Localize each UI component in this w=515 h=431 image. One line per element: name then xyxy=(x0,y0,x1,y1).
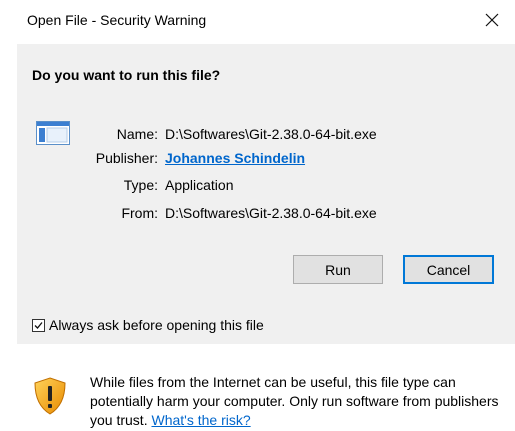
publisher-link[interactable]: Johannes Schindelin xyxy=(165,148,305,168)
from-value: D:\Softwares\Git-2.38.0-64-bit.exe xyxy=(165,205,377,221)
title-bar: Open File - Security Warning xyxy=(0,0,515,44)
whats-the-risk-link[interactable]: What's the risk? xyxy=(151,412,250,428)
security-warning-dialog: Open File - Security Warning Do you want… xyxy=(0,0,515,431)
warning-shield-icon xyxy=(32,376,68,416)
close-icon xyxy=(485,13,499,27)
from-row: From: D:\Softwares\Git-2.38.0-64-bit.exe xyxy=(17,203,515,223)
type-value: Application xyxy=(165,177,234,193)
name-value: D:\Softwares\Git-2.38.0-64-bit.exe xyxy=(165,126,377,142)
publisher-label: Publisher: xyxy=(95,150,158,166)
checkmark-icon xyxy=(34,321,43,329)
always-ask-label: Always ask before opening this file xyxy=(49,317,264,333)
type-row: Type: Application xyxy=(17,175,515,195)
cancel-button[interactable]: Cancel xyxy=(403,255,494,284)
close-button[interactable] xyxy=(469,0,515,40)
run-button[interactable]: Run xyxy=(293,255,383,284)
warning-message: While files from the Internet can be use… xyxy=(90,373,500,430)
from-label: From: xyxy=(121,205,158,221)
warning-footer: While files from the Internet can be use… xyxy=(17,344,515,431)
always-ask-option[interactable]: Always ask before opening this file xyxy=(32,316,264,334)
main-panel: Do you want to run this file? Name: D:\S… xyxy=(17,44,515,344)
always-ask-checkbox[interactable] xyxy=(32,318,45,332)
publisher-row: Publisher: Johannes Schindelin xyxy=(17,148,515,168)
window-title: Open File - Security Warning xyxy=(27,12,207,28)
name-label: Name: xyxy=(116,126,158,142)
dialog-question: Do you want to run this file? xyxy=(32,67,221,83)
name-row: Name: D:\Softwares\Git-2.38.0-64-bit.exe xyxy=(17,124,515,144)
type-label: Type: xyxy=(123,177,158,193)
